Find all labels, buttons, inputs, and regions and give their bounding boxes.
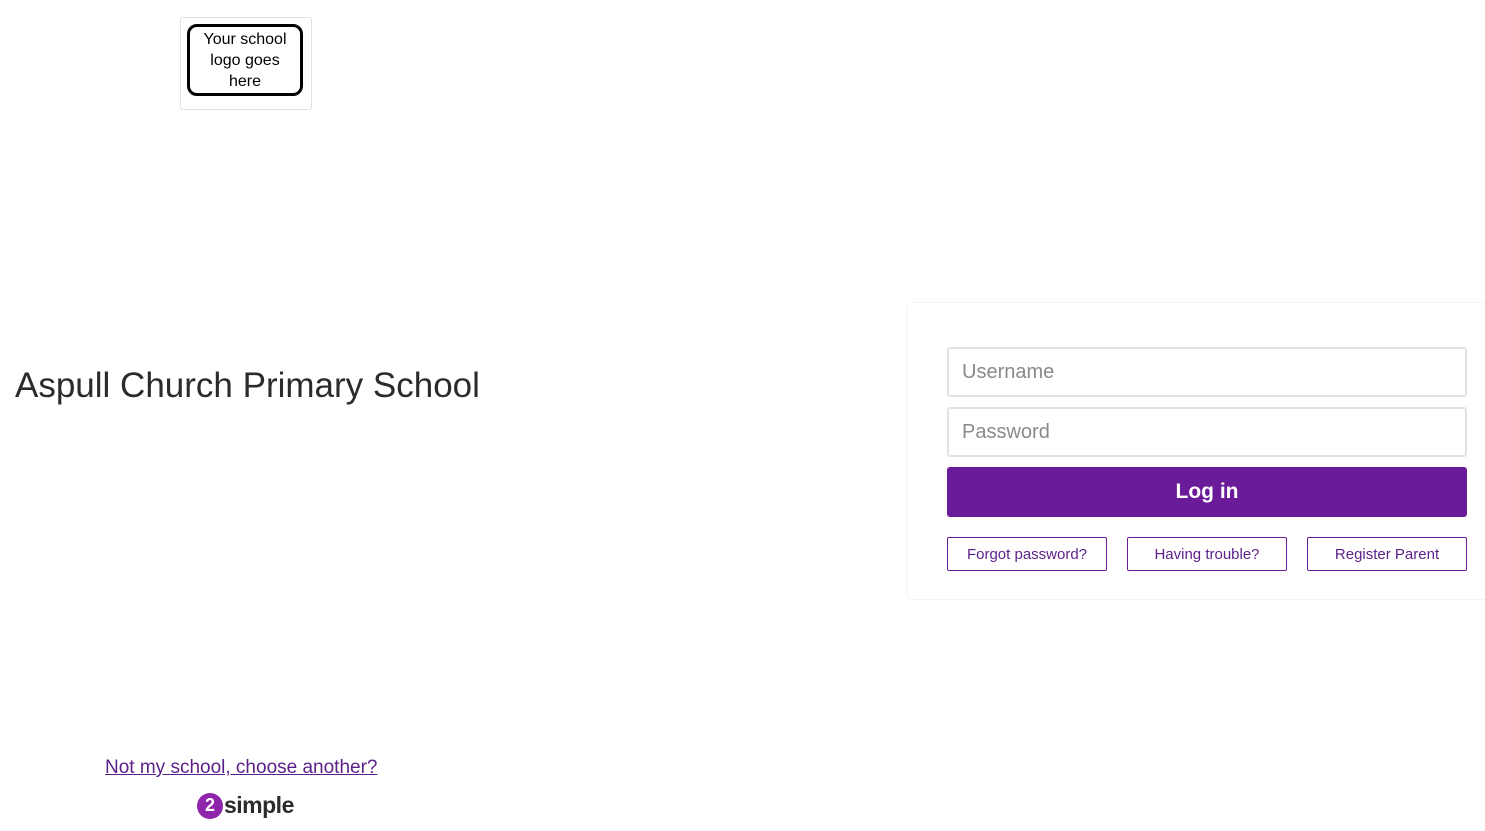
brand-logo: 2 simple (197, 792, 294, 819)
forgot-password-button[interactable]: Forgot password? (947, 537, 1107, 571)
school-name: Aspull Church Primary School (15, 366, 480, 405)
login-button[interactable]: Log in (947, 467, 1467, 517)
change-school-link[interactable]: Not my school, choose another? (105, 757, 378, 779)
school-logo: Your school logo goes here (180, 17, 312, 110)
register-parent-button[interactable]: Register Parent (1307, 537, 1467, 571)
school-logo-placeholder: Your school logo goes here (187, 24, 303, 96)
having-trouble-button[interactable]: Having trouble? (1127, 537, 1287, 571)
password-input[interactable] (947, 407, 1467, 457)
username-input[interactable] (947, 347, 1467, 397)
brand-badge-icon: 2 (197, 792, 223, 819)
brand-wordmark: simple (224, 792, 294, 818)
login-page: Your school logo goes here Aspull Church… (0, 0, 1485, 831)
